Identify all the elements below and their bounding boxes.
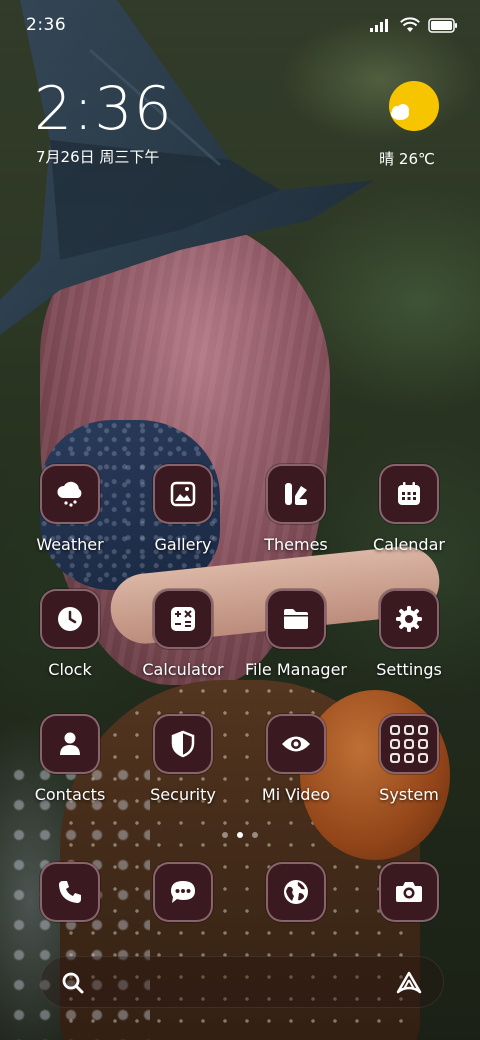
dock-phone-tile[interactable]: [40, 862, 100, 922]
app-label: Clock: [48, 660, 92, 679]
app-clock-tile[interactable]: [40, 589, 100, 649]
dock-messages-tile[interactable]: [153, 862, 213, 922]
calculator-icon: [171, 607, 195, 631]
weather-text: 晴 26℃: [379, 150, 435, 168]
widget-date: 7月26日 周三下午: [36, 148, 160, 166]
app-contacts-tile[interactable]: [40, 714, 100, 774]
person-icon: [60, 732, 80, 755]
app-label: File Manager: [245, 660, 347, 679]
sunny-cloud-icon: [389, 81, 439, 131]
folder-grid-icon: [390, 725, 428, 763]
app-label: System: [379, 785, 439, 804]
app-label: Security: [150, 785, 216, 804]
themes-icon: [285, 483, 307, 505]
app-calendar[interactable]: Calendar: [349, 464, 469, 554]
app-label: Weather: [36, 535, 104, 554]
app-label: Mi Video: [261, 785, 331, 804]
shield-icon: [171, 730, 195, 758]
search-bar[interactable]: [40, 956, 444, 1008]
app-label: Contacts: [34, 785, 106, 804]
assistant-icon[interactable]: [395, 970, 423, 996]
app-contacts[interactable]: Contacts: [10, 714, 130, 804]
app-gallery-tile[interactable]: [153, 464, 213, 524]
app-file-manager[interactable]: File Manager: [236, 589, 356, 679]
dock-browser-tile[interactable]: [266, 862, 326, 922]
app-security[interactable]: Security: [123, 714, 243, 804]
clock-widget[interactable]: 2:36 7月26日 周三下午: [34, 76, 173, 167]
status-icons: [370, 17, 458, 33]
page-dot-active[interactable]: [237, 832, 243, 838]
app-weather[interactable]: Weather: [10, 464, 130, 554]
page-indicator[interactable]: [0, 832, 480, 838]
battery-icon: [428, 17, 457, 33]
app-mi-video-tile[interactable]: [266, 714, 326, 774]
status-time: 2:36: [26, 15, 67, 35]
app-calendar-tile[interactable]: [379, 464, 439, 524]
app-label: Themes: [264, 535, 328, 554]
status-bar: 2:36: [0, 0, 480, 50]
page-dot[interactable]: [252, 832, 258, 838]
dock-phone[interactable]: [10, 862, 130, 922]
app-settings-tile[interactable]: [379, 589, 439, 649]
calendar-icon: [398, 482, 420, 505]
clock-icon: [58, 607, 82, 631]
image-icon: [170, 481, 196, 507]
app-file-manager-tile[interactable]: [266, 589, 326, 649]
app-settings[interactable]: Settings: [349, 589, 469, 679]
dock-messages[interactable]: [123, 862, 243, 922]
search-icon[interactable]: [61, 971, 85, 995]
app-themes[interactable]: Themes: [236, 464, 356, 554]
app-themes-tile[interactable]: [266, 464, 326, 524]
app-calculator[interactable]: Calculator: [123, 589, 243, 679]
cloud-rain-icon: [57, 481, 82, 507]
app-label: Calculator: [142, 660, 224, 679]
app-system-folder[interactable]: System: [349, 714, 469, 804]
app-calculator-tile[interactable]: [153, 589, 213, 649]
app-system-folder-tile[interactable]: [379, 714, 439, 774]
app-label: Calendar: [373, 535, 445, 554]
app-gallery[interactable]: Gallery: [123, 464, 243, 554]
app-security-tile[interactable]: [153, 714, 213, 774]
dock-browser[interactable]: [236, 862, 356, 922]
phone-icon: [59, 881, 81, 903]
dock-camera[interactable]: [349, 862, 469, 922]
eye-icon: [282, 736, 310, 752]
widget-time: 2:36: [34, 74, 173, 144]
app-label: Settings: [376, 660, 442, 679]
globe-icon: [284, 880, 308, 904]
app-clock[interactable]: Clock: [10, 589, 130, 679]
camera-icon: [396, 882, 422, 902]
dock-camera-tile[interactable]: [379, 862, 439, 922]
wifi-icon: [400, 17, 420, 32]
app-weather-tile[interactable]: [40, 464, 100, 524]
gear-icon: [396, 606, 422, 632]
signal-icon: [370, 19, 388, 32]
weather-widget[interactable]: 晴 26℃: [379, 80, 444, 169]
folder-icon: [284, 609, 308, 629]
page-dot[interactable]: [222, 832, 228, 838]
app-label: Gallery: [154, 535, 212, 554]
app-mi-video[interactable]: Mi Video: [236, 714, 356, 804]
message-icon: [171, 881, 195, 903]
